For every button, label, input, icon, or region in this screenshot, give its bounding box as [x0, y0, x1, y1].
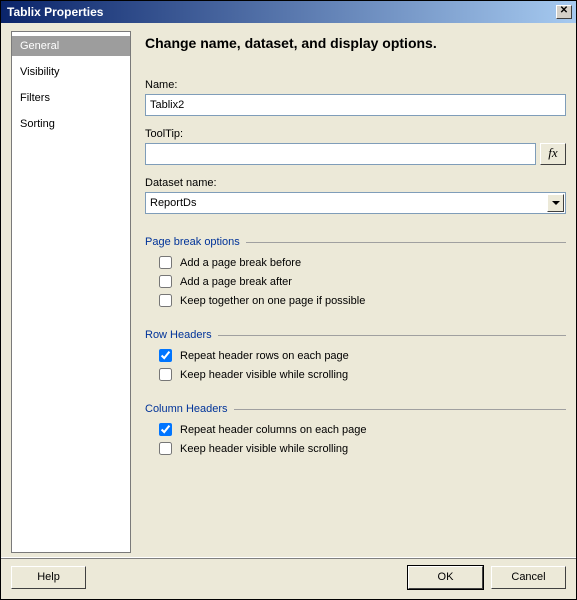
sidebar-item-label: Sorting	[20, 118, 55, 130]
group-row-headers: Row Headers Repeat header rows on each p…	[145, 329, 566, 381]
group-title: Page break options	[145, 236, 240, 248]
group-column-headers: Column Headers Repeat header columns on …	[145, 403, 566, 455]
fx-icon: fx	[548, 145, 557, 160]
dataset-label: Dataset name:	[145, 177, 566, 189]
check-label: Keep header visible while scrolling	[180, 443, 348, 455]
group-page-break: Page break options Add a page break befo…	[145, 236, 566, 307]
button-label: OK	[438, 571, 454, 583]
check-keep-together[interactable]: Keep together on one page if possible	[159, 294, 566, 307]
check-row-header-visible-scroll[interactable]: Keep header visible while scrolling	[159, 368, 566, 381]
sidebar-item-sorting[interactable]: Sorting	[12, 114, 130, 134]
close-button[interactable]: ✕	[556, 5, 572, 19]
name-field-block: Name:	[145, 79, 566, 116]
tooltip-field-block: ToolTip: fx	[145, 128, 566, 165]
tooltip-input[interactable]	[145, 143, 536, 165]
name-input[interactable]	[145, 94, 566, 116]
divider	[246, 242, 566, 243]
check-column-header-visible-scroll[interactable]: Keep header visible while scrolling	[159, 442, 566, 455]
ok-button[interactable]: OK	[408, 566, 483, 589]
check-label: Repeat header columns on each page	[180, 424, 367, 436]
checkbox[interactable]	[159, 349, 172, 362]
check-label: Keep header visible while scrolling	[180, 369, 348, 381]
sidebar-item-label: Filters	[20, 92, 50, 104]
sidebar-item-label: Visibility	[20, 66, 60, 78]
checkbox[interactable]	[159, 256, 172, 269]
divider	[234, 409, 566, 410]
dataset-select[interactable]	[145, 192, 566, 214]
sidebar-item-label: General	[20, 40, 59, 52]
close-icon: ✕	[560, 5, 568, 16]
sidebar-item-general[interactable]: General	[12, 36, 130, 56]
check-repeat-row-headers[interactable]: Repeat header rows on each page	[159, 349, 566, 362]
group-title: Column Headers	[145, 403, 228, 415]
check-label: Keep together on one page if possible	[180, 295, 365, 307]
chevron-down-icon[interactable]	[547, 194, 564, 212]
titlebar: Tablix Properties ✕	[1, 1, 576, 23]
button-label: Cancel	[511, 571, 545, 583]
dataset-value[interactable]	[145, 192, 566, 214]
group-header-row-headers: Row Headers	[145, 329, 566, 341]
check-repeat-column-headers[interactable]: Repeat header columns on each page	[159, 423, 566, 436]
sidebar-item-visibility[interactable]: Visibility	[12, 62, 130, 82]
help-button[interactable]: Help	[11, 566, 86, 589]
tooltip-label: ToolTip:	[145, 128, 566, 140]
sidebar-item-filters[interactable]: Filters	[12, 88, 130, 108]
check-label: Repeat header rows on each page	[180, 350, 349, 362]
name-label: Name:	[145, 79, 566, 91]
checkbox[interactable]	[159, 442, 172, 455]
group-title: Row Headers	[145, 329, 212, 341]
check-page-break-before[interactable]: Add a page break before	[159, 256, 566, 269]
main-panel: Change name, dataset, and display option…	[139, 31, 566, 553]
window-title: Tablix Properties	[7, 5, 103, 19]
divider	[218, 335, 566, 336]
page-title: Change name, dataset, and display option…	[145, 35, 566, 51]
checkbox[interactable]	[159, 423, 172, 436]
dialog-window: Tablix Properties ✕ General Visibility F…	[0, 0, 577, 600]
group-header-column-headers: Column Headers	[145, 403, 566, 415]
cancel-button[interactable]: Cancel	[491, 566, 566, 589]
sidebar: General Visibility Filters Sorting	[11, 31, 131, 553]
checkbox[interactable]	[159, 294, 172, 307]
check-label: Add a page break after	[180, 276, 292, 288]
dialog-body: General Visibility Filters Sorting Chang…	[1, 23, 576, 557]
check-page-break-after[interactable]: Add a page break after	[159, 275, 566, 288]
button-label: Help	[37, 571, 60, 583]
group-header-page-break: Page break options	[145, 236, 566, 248]
dialog-footer: Help OK Cancel	[1, 557, 576, 599]
check-label: Add a page break before	[180, 257, 301, 269]
dataset-field-block: Dataset name:	[145, 177, 566, 214]
checkbox[interactable]	[159, 368, 172, 381]
checkbox[interactable]	[159, 275, 172, 288]
expression-button[interactable]: fx	[540, 143, 566, 165]
